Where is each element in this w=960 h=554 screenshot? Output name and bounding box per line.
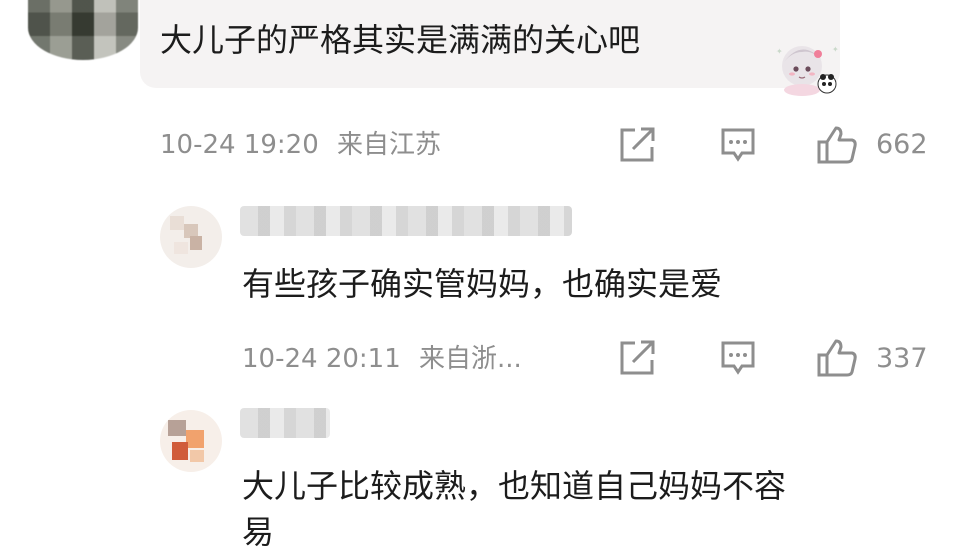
comment-time: 10-24 19:20	[160, 130, 319, 160]
svg-text:✦: ✦	[776, 47, 783, 56]
comment-icon[interactable]	[720, 127, 756, 163]
thumbs-up-icon[interactable]	[816, 125, 858, 165]
share-icon[interactable]	[619, 127, 657, 163]
share-icon[interactable]	[619, 340, 657, 376]
reply-username-blurred[interactable]	[240, 408, 330, 438]
reply-username-blurred[interactable]	[240, 206, 572, 236]
reply-avatar[interactable]	[160, 206, 222, 268]
reply-location: 来自浙...	[419, 344, 522, 374]
commenter-avatar[interactable]	[28, 0, 138, 60]
comment-icon[interactable]	[720, 340, 756, 376]
reply-text: 大儿子比较成熟，也知道自己妈妈不容	[242, 467, 787, 505]
thumbs-up-icon[interactable]	[816, 338, 858, 378]
comment-like-count: 662	[876, 129, 928, 160]
comment-location: 来自江苏	[337, 130, 442, 160]
comment-text: 大儿子的严格其实是满满的关心吧	[160, 21, 641, 59]
reply-avatar[interactable]	[160, 410, 222, 472]
anime-sticker-icon: ✦ ✦	[776, 45, 839, 96]
reply-text-continued: 易	[242, 513, 275, 551]
reply-like-count: 337	[876, 343, 928, 374]
reply-text: 有些孩子确实管妈妈，也确实是爱	[242, 265, 723, 303]
reply-time: 10-24 20:11	[242, 344, 401, 374]
svg-text:✦: ✦	[832, 45, 839, 54]
